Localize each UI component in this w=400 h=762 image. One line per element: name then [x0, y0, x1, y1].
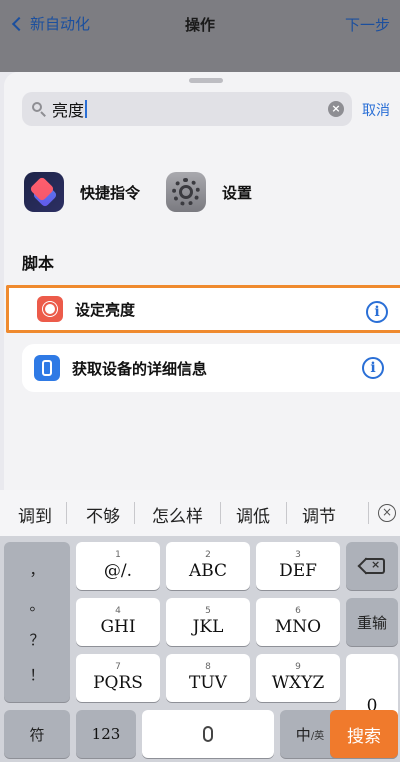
- symbol-label: 符: [29, 725, 45, 744]
- app-label: 设置: [222, 183, 253, 202]
- key-letters: ABC: [188, 561, 228, 581]
- punctuation-key[interactable]: ！: [29, 664, 44, 685]
- key-letters: TUV: [189, 673, 227, 693]
- app-label: 快捷指令: [80, 183, 141, 202]
- prediction-item[interactable]: 调低: [236, 502, 270, 527]
- numbers-key[interactable]: 123: [76, 710, 136, 758]
- prediction-item[interactable]: 调节: [302, 502, 336, 527]
- key-letters: GHI: [100, 617, 136, 637]
- key-2[interactable]: 2 ABC: [166, 542, 250, 590]
- backspace-key[interactable]: ×: [346, 542, 398, 590]
- key-number: 2: [205, 550, 211, 560]
- key-number: 1: [115, 550, 121, 560]
- brightness-icon: [37, 296, 63, 322]
- divider: [134, 502, 135, 524]
- retype-label: 重输: [356, 613, 387, 632]
- prediction-item[interactable]: 调到: [18, 502, 52, 527]
- punctuation-key[interactable]: ？: [29, 629, 44, 650]
- divider: [220, 502, 221, 524]
- info-icon[interactable]: i: [362, 357, 384, 379]
- divider: [66, 502, 67, 524]
- retype-key[interactable]: 重输: [346, 598, 398, 646]
- keyboard: ， 。 ？ ！ 1 @/. 2 ABC 3 DEF × 4 GHI 5 JKL …: [0, 536, 400, 762]
- key-number: 8: [205, 662, 211, 672]
- cancel-button[interactable]: 取消: [362, 100, 390, 120]
- key-1[interactable]: 1 @/.: [76, 542, 160, 590]
- key-4[interactable]: 4 GHI: [76, 598, 160, 646]
- close-predictions-icon[interactable]: ×: [378, 504, 396, 522]
- key-5[interactable]: 5 JKL: [166, 598, 250, 646]
- predictive-bar: 调到 不够 怎么样 调低 调节 ×: [0, 490, 400, 536]
- backspace-icon: ×: [357, 557, 385, 575]
- key-number: 5: [205, 606, 211, 616]
- prediction-item[interactable]: 怎么样: [152, 502, 203, 527]
- key-7[interactable]: 7 PQRS: [76, 654, 160, 702]
- action-label: 获取设备的详细信息: [72, 359, 208, 378]
- key-3[interactable]: 3 DEF: [256, 542, 340, 590]
- nav-title: 操作: [184, 16, 215, 34]
- divider: [286, 502, 287, 524]
- action-row-get-device-details[interactable]: 获取设备的详细信息 i: [22, 344, 400, 392]
- punctuation-column[interactable]: ， 。 ？ ！: [4, 542, 70, 702]
- symbol-key[interactable]: 符: [4, 710, 70, 758]
- key-letters: WXYZ: [271, 673, 325, 693]
- punctuation-key[interactable]: 。: [29, 594, 44, 615]
- key-letters: MNO: [274, 617, 322, 637]
- key-8[interactable]: 8 TUV: [166, 654, 250, 702]
- app-shortcuts[interactable]: 快捷指令: [24, 172, 140, 212]
- navigation-bar: 新自动化 操作 下一步: [0, 0, 400, 72]
- key-letters: DEF: [279, 561, 317, 581]
- app-settings[interactable]: 设置: [166, 172, 252, 212]
- search-key[interactable]: 搜索: [330, 710, 398, 758]
- numbers-label: 123: [91, 725, 121, 743]
- key-number: 3: [295, 550, 301, 560]
- key-letters: JKL: [192, 617, 224, 637]
- prediction-item[interactable]: 不够: [86, 502, 120, 527]
- key-number: 6: [295, 606, 301, 616]
- language-label: 中: [295, 725, 311, 744]
- shortcuts-app-icon: [24, 172, 64, 212]
- key-6[interactable]: 6 MNO: [256, 598, 340, 646]
- search-key-label: 搜索: [347, 726, 381, 747]
- key-number: 9: [295, 662, 301, 672]
- punctuation-key[interactable]: ，: [29, 559, 44, 580]
- sheet-grabber[interactable]: [189, 78, 223, 83]
- space-key[interactable]: [142, 710, 274, 758]
- text-cursor: [85, 100, 88, 118]
- action-row-set-brightness[interactable]: 设定亮度 i: [6, 285, 400, 333]
- action-label: 设定亮度: [75, 300, 136, 319]
- search-icon: [32, 102, 46, 117]
- device-icon: [34, 355, 60, 381]
- search-value: 亮度: [52, 101, 85, 120]
- action-sheet: 亮度 × 取消 快捷指令 设置 脚本 设定亮度 i 获取设备的详细信息 i: [4, 72, 400, 490]
- info-icon[interactable]: i: [366, 301, 388, 323]
- language-sub-label: /英: [310, 730, 325, 742]
- clear-search-icon[interactable]: ×: [328, 101, 344, 117]
- microphone-icon: [203, 726, 213, 742]
- divider: [368, 502, 369, 524]
- key-9[interactable]: 9 WXYZ: [256, 654, 340, 702]
- next-button[interactable]: 下一步: [345, 14, 390, 35]
- search-input[interactable]: 亮度 ×: [22, 92, 352, 126]
- key-letters: @/.: [103, 561, 133, 581]
- settings-gear-icon: [166, 172, 207, 212]
- key-letters: PQRS: [93, 673, 143, 693]
- key-number: 4: [115, 606, 121, 616]
- key-number: 7: [115, 662, 121, 672]
- section-title: 脚本: [22, 254, 55, 273]
- app-results: 快捷指令 设置: [24, 172, 278, 212]
